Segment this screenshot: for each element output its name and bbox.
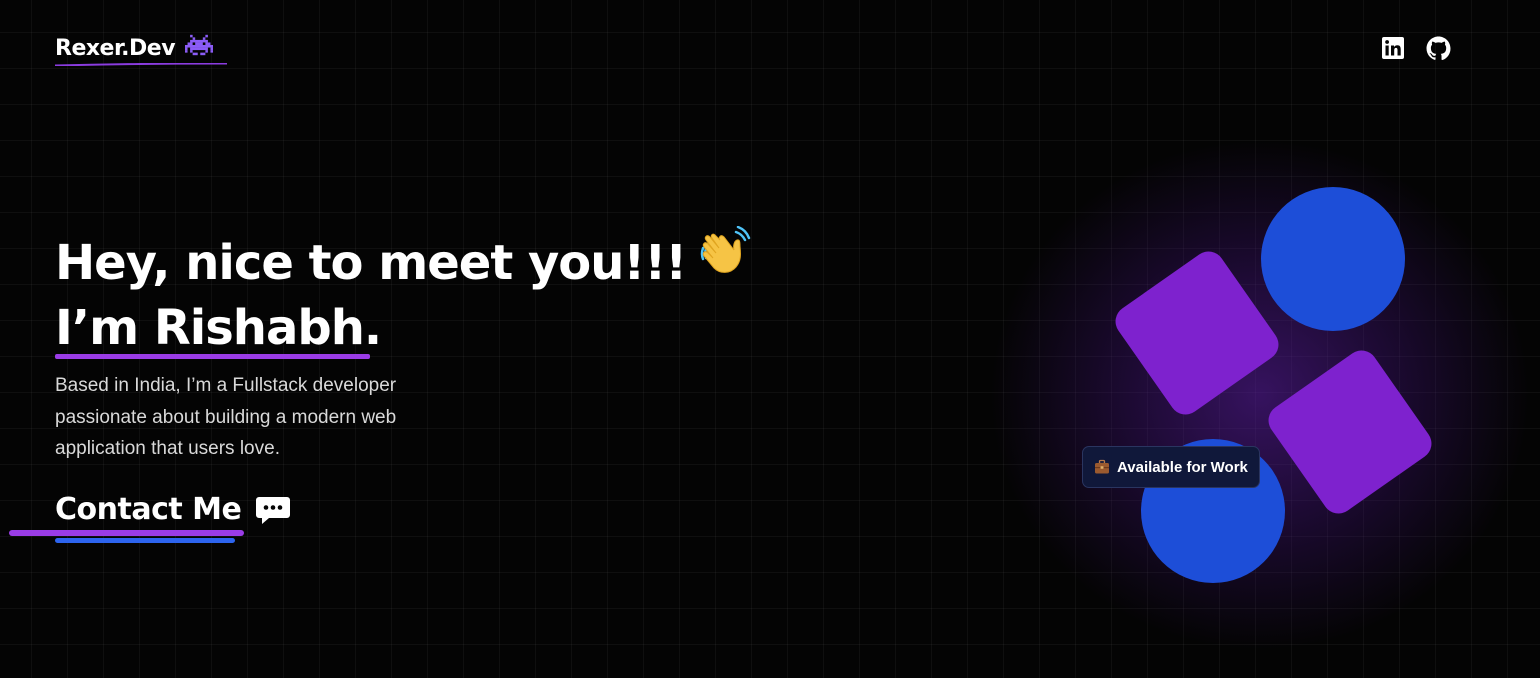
availability-badge: Available for Work xyxy=(1082,446,1260,488)
logo-underline xyxy=(55,63,227,66)
hero-title: Hey, nice to meet you!!! I’m Rishabh. xyxy=(55,225,754,359)
name-underline xyxy=(55,354,370,359)
linkedin-link[interactable] xyxy=(1380,35,1406,61)
contact-me-button[interactable]: Contact Me xyxy=(55,487,291,533)
name-highlight: I’m Rishabh. xyxy=(55,300,382,359)
hero-title-line-2: I’m Rishabh. xyxy=(55,300,754,359)
waving-hand-icon xyxy=(698,225,754,294)
name-text: I’m Rishabh. xyxy=(55,300,382,356)
contact-me-label: Contact Me xyxy=(55,492,242,527)
briefcase-icon xyxy=(1095,459,1109,474)
github-link[interactable] xyxy=(1425,35,1451,61)
hero-description: Based in India, I’m a Fullstack develope… xyxy=(55,375,397,459)
linkedin-icon xyxy=(1382,37,1404,59)
logo[interactable]: Rexer.Dev xyxy=(55,33,227,66)
space-invader-icon xyxy=(185,34,214,56)
availability-label: Available for Work xyxy=(1117,458,1248,476)
hero-title-line-1: Hey, nice to meet you!!! xyxy=(55,225,754,300)
github-icon xyxy=(1426,36,1450,60)
contact-underline-blue xyxy=(55,538,235,543)
logo-text: Rexer.Dev xyxy=(55,36,176,61)
greeting-text: Hey, nice to meet you!!! xyxy=(55,235,687,291)
chat-bubble-icon xyxy=(256,497,291,524)
art-glow xyxy=(980,130,1540,660)
